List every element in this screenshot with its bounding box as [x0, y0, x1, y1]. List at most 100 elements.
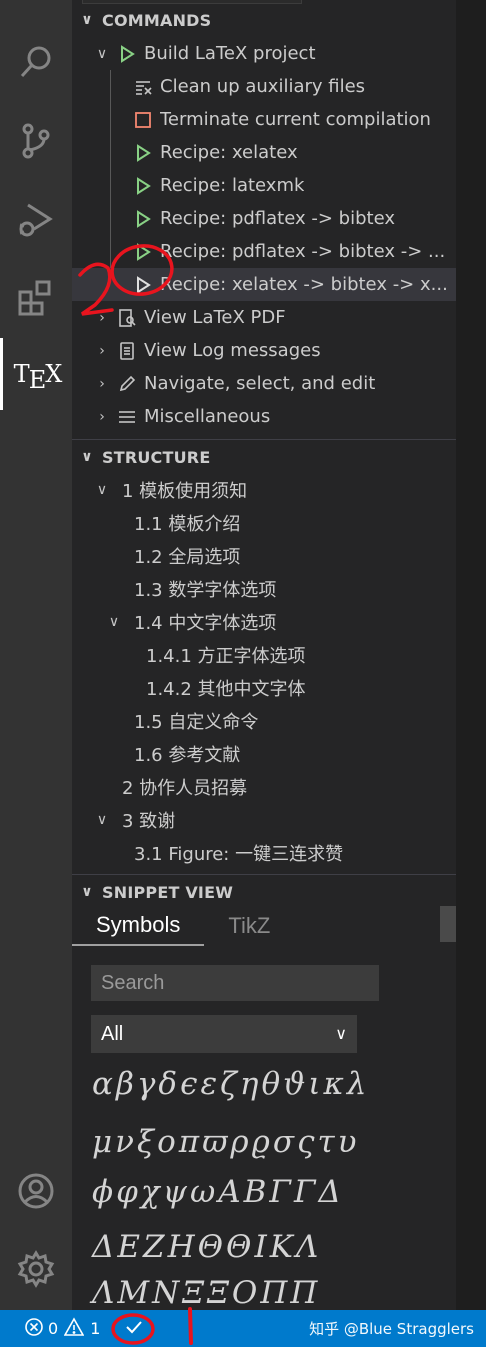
symbol-button[interactable]: Γ — [294, 1174, 316, 1210]
symbol-button[interactable]: α — [92, 1066, 113, 1102]
structure-item-2[interactable]: 2 协作人员招募 — [72, 770, 456, 803]
structure-item-1[interactable]: ∨ 1 模板使用须知 — [72, 473, 456, 506]
symbol-button[interactable]: Π — [290, 1275, 317, 1311]
snippet-tabs: Symbols TikZ — [72, 906, 312, 946]
symbol-button[interactable]: Π — [260, 1275, 287, 1311]
extensions-icon[interactable] — [0, 262, 72, 334]
command-clean-up[interactable]: Clean up auxiliary files — [72, 70, 456, 103]
structure-item-1-4-1[interactable]: 1.4.1 方正字体选项 — [72, 638, 456, 671]
structure-item-1-4[interactable]: ∨ 1.4 中文字体选项 — [72, 605, 456, 638]
symbol-button[interactable]: Θ — [226, 1229, 251, 1265]
command-recipe-xelatex[interactable]: Recipe: xelatex — [72, 136, 456, 169]
symbol-button[interactable]: ς — [297, 1124, 314, 1160]
symbol-button[interactable]: Λ — [92, 1275, 114, 1311]
command-terminate[interactable]: Terminate current compilation — [72, 103, 456, 136]
build-status-indicator[interactable] — [124, 1310, 144, 1347]
settings-gear-icon[interactable] — [0, 1233, 72, 1305]
search-icon[interactable] — [0, 26, 72, 98]
snippet-section-header[interactable]: ∨ SNIPPET VIEW — [72, 877, 456, 907]
symbol-button[interactable]: φ — [116, 1174, 138, 1210]
symbol-button[interactable]: I — [254, 1229, 266, 1265]
scrollbar-thumb[interactable] — [440, 906, 456, 942]
symbol-button[interactable]: θ — [261, 1066, 280, 1102]
structure-item-3[interactable]: ∨ 3 致谢 — [72, 803, 456, 836]
symbol-button[interactable]: ξ — [137, 1124, 154, 1160]
symbol-button[interactable]: N — [152, 1275, 179, 1311]
symbol-button[interactable]: κ — [323, 1066, 343, 1102]
symbol-button[interactable]: ω — [190, 1174, 215, 1210]
symbol-button[interactable]: Ξ — [182, 1275, 204, 1311]
account-icon[interactable] — [0, 1155, 72, 1227]
tab-tikz[interactable]: TikZ — [204, 906, 294, 946]
symbol-button[interactable]: H — [168, 1229, 195, 1265]
structure-item-1-5[interactable]: 1.5 自定义命令 — [72, 704, 456, 737]
structure-item-1-2[interactable]: 1.2 全局选项 — [72, 539, 456, 572]
symbol-button[interactable]: Ξ — [207, 1275, 229, 1311]
structure-item-1-6[interactable]: 1.6 参考文献 — [72, 737, 456, 770]
commands-section-header[interactable]: ∨ COMMANDS — [72, 5, 456, 35]
symbol-button[interactable]: ϵ — [180, 1066, 197, 1102]
symbol-button[interactable]: δ — [158, 1066, 177, 1102]
symbol-button[interactable]: σ — [273, 1124, 294, 1160]
command-view-log-messages[interactable]: › View Log messages — [72, 334, 456, 367]
command-miscellaneous[interactable]: › Miscellaneous — [72, 400, 456, 433]
symbol-button[interactable]: λ — [347, 1066, 367, 1102]
command-recipe-pdflatex-bibtex[interactable]: Recipe: pdflatex -> bibtex — [72, 202, 456, 235]
structure-item-1-4-2[interactable]: 1.4.2 其他中文字体 — [72, 671, 456, 704]
symbol-button[interactable]: ζ — [220, 1066, 237, 1102]
structure-item-3-1[interactable]: 3.1 Figure: 一键三连求赞 — [72, 836, 456, 869]
command-view-latex-pdf[interactable]: › View LaTeX PDF — [72, 301, 456, 334]
symbol-button[interactable]: ψ — [163, 1174, 187, 1210]
play-outline-icon[interactable] — [134, 275, 160, 294]
symbol-button[interactable]: Γ — [269, 1174, 291, 1210]
symbol-button[interactable]: Δ — [92, 1229, 114, 1265]
symbol-button[interactable]: A — [218, 1174, 240, 1210]
symbol-button[interactable]: ϕ — [92, 1174, 113, 1210]
structure-item-1-3[interactable]: 1.3 数学字体选项 — [72, 572, 456, 605]
symbol-button[interactable]: K — [270, 1229, 293, 1265]
symbol-button[interactable]: τ — [317, 1124, 334, 1160]
chevron-right-icon: › — [99, 408, 105, 425]
symbol-button[interactable]: Λ — [296, 1229, 318, 1265]
structure-item-1-1[interactable]: 1.1 模板介绍 — [72, 506, 456, 539]
symbol-button[interactable]: β — [116, 1066, 134, 1102]
symbol-button[interactable]: ι — [308, 1066, 320, 1102]
symbol-search-input[interactable] — [91, 965, 379, 1001]
structure-section-header[interactable]: ∨ STRUCTURE — [72, 442, 456, 472]
symbol-button[interactable]: π — [179, 1124, 199, 1160]
command-recipe-xelatex-bibtex[interactable]: Recipe: xelatex -> bibtex -> x... — [72, 268, 456, 301]
log-icon — [118, 341, 144, 360]
symbol-row: ϕφχψωABΓΓΔ — [92, 1174, 452, 1210]
play-icon — [134, 209, 160, 228]
symbol-button[interactable]: ν — [115, 1124, 134, 1160]
symbol-filter-select[interactable]: All ∨ — [91, 1015, 357, 1053]
symbol-button[interactable]: ϱ — [252, 1124, 270, 1160]
symbol-button[interactable]: ε — [200, 1066, 217, 1102]
command-recipe-latexmk[interactable]: Recipe: latexmk — [72, 169, 456, 202]
symbol-button[interactable]: μ — [92, 1124, 112, 1160]
run-debug-icon[interactable] — [0, 183, 72, 255]
symbol-button[interactable]: Δ — [318, 1174, 340, 1210]
problems-indicator[interactable]: 0 1 — [24, 1310, 100, 1347]
symbol-button[interactable]: B — [244, 1174, 267, 1210]
command-build-latex-project[interactable]: ∨ Build LaTeX project — [72, 37, 456, 70]
menu-icon — [118, 408, 144, 426]
symbol-button[interactable]: M — [117, 1275, 149, 1311]
symbol-button[interactable]: γ — [137, 1066, 156, 1102]
symbol-button[interactable]: ρ — [230, 1124, 248, 1160]
symbol-button[interactable]: Θ — [198, 1229, 223, 1265]
symbol-button[interactable]: E — [117, 1229, 140, 1265]
symbol-button[interactable]: Z — [143, 1229, 165, 1265]
symbol-button[interactable]: χ — [141, 1174, 160, 1210]
symbol-button[interactable]: O — [232, 1275, 257, 1311]
symbol-button[interactable]: ϖ — [202, 1124, 227, 1160]
symbol-button[interactable]: η — [240, 1066, 259, 1102]
command-navigate-select-edit[interactable]: › Navigate, select, and edit — [72, 367, 456, 400]
source-control-icon[interactable] — [0, 105, 72, 177]
symbol-button[interactable]: ϑ — [283, 1066, 305, 1102]
symbol-button[interactable]: ο — [157, 1124, 176, 1160]
tab-symbols[interactable]: Symbols — [72, 906, 205, 946]
symbol-button[interactable]: υ — [338, 1124, 357, 1160]
tex-activity-item[interactable]: TEX — [0, 338, 72, 410]
command-recipe-pdflatex-bibtex-more[interactable]: Recipe: pdflatex -> bibtex -> ... — [72, 235, 456, 268]
